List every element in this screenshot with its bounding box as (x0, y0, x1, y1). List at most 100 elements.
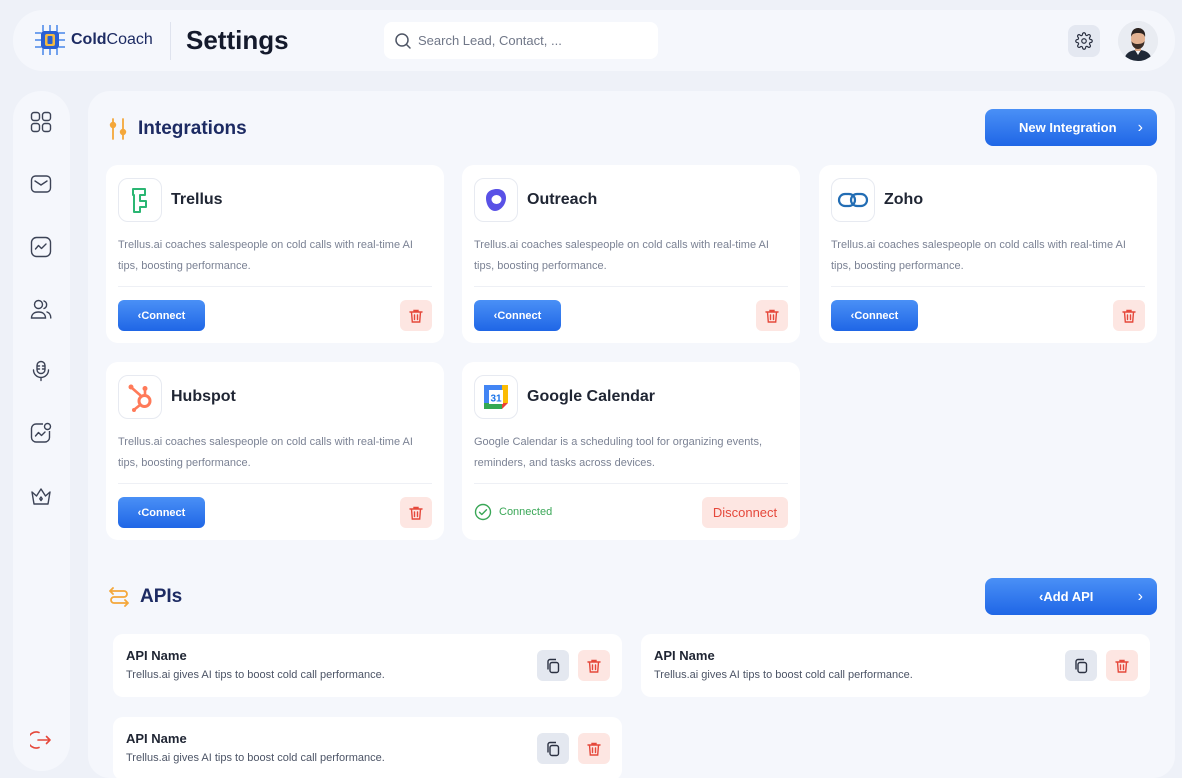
sidebar-item-dashboard[interactable] (29, 110, 53, 134)
add-api-button[interactable]: ‹Add API › (985, 578, 1157, 615)
sidebar-item-mail[interactable] (29, 172, 53, 196)
logout-button[interactable] (29, 728, 53, 752)
api-name: API Name (126, 648, 187, 663)
card-divider (474, 483, 788, 484)
apis-heading: APIs (108, 585, 182, 609)
avatar-image (1118, 21, 1158, 61)
integration-card-outreach: Outreach Trellus.ai coaches salespeople … (462, 165, 800, 343)
api-name: API Name (654, 648, 715, 663)
integration-description: Trellus.ai coaches salespeople on cold c… (474, 239, 769, 272)
integration-name: Trellus (171, 191, 223, 208)
disconnect-button[interactable]: Disconnect (702, 497, 788, 528)
integration-name: Hubspot (171, 388, 236, 405)
crown-icon (31, 488, 51, 505)
connection-status: Connected (474, 503, 552, 521)
trash-icon (409, 506, 423, 520)
grid-icon (30, 111, 52, 133)
logo-text-light: Coach (106, 31, 153, 48)
new-integration-label: New Integration (1019, 120, 1117, 135)
trash-icon (765, 309, 779, 323)
delete-api-button[interactable] (578, 650, 610, 681)
sidebar-item-recordings[interactable] (29, 359, 53, 383)
integration-description: Trellus.ai coaches salespeople on cold c… (118, 436, 413, 469)
trash-icon (587, 742, 601, 756)
card-divider (474, 286, 788, 287)
integration-card-trellus: Trellus Trellus.ai coaches salespeople o… (106, 165, 444, 343)
sidebar-item-activity[interactable] (29, 235, 53, 259)
connect-button[interactable]: ‹Connect (831, 300, 918, 331)
delete-button[interactable] (1113, 300, 1145, 331)
chevron-right-icon: › (1137, 118, 1143, 136)
apis-title: APIs (140, 586, 183, 607)
copy-icon (547, 741, 560, 756)
integration-name: Google Calendar (527, 388, 656, 405)
logo-text-bold: Cold (71, 31, 107, 48)
user-avatar[interactable] (1118, 21, 1158, 61)
delete-button[interactable] (756, 300, 788, 331)
sidebar-item-contacts[interactable] (29, 297, 53, 321)
chip-logo-icon (35, 25, 65, 55)
chevron-right-icon: › (1137, 587, 1143, 605)
hubspot-logo-icon (118, 375, 162, 419)
add-api-label: ‹Add API (1039, 589, 1094, 604)
api-card: API Name Trellus.ai gives AI tips to boo… (641, 634, 1150, 697)
card-divider (831, 286, 1145, 287)
calendar-day-number: 31 (490, 394, 502, 405)
delete-api-button[interactable] (578, 733, 610, 764)
microphone-icon (32, 360, 50, 382)
integration-name: Outreach (527, 191, 598, 208)
sidebar (13, 91, 70, 771)
copy-api-button[interactable] (537, 733, 569, 764)
trash-icon (587, 659, 601, 673)
activity-icon (30, 236, 52, 258)
copy-icon (1075, 658, 1088, 673)
api-description: Trellus.ai gives AI tips to boost cold c… (126, 752, 385, 764)
search-box[interactable] (384, 22, 658, 59)
connect-button[interactable]: ‹Connect (118, 300, 205, 331)
sidebar-item-premium[interactable] (29, 484, 53, 508)
app-logo[interactable]: ColdCoach (33, 23, 153, 57)
copy-api-button[interactable] (1065, 650, 1097, 681)
integration-name: Zoho (884, 191, 924, 208)
integration-description: Trellus.ai coaches salespeople on cold c… (118, 239, 413, 272)
settings-button[interactable] (1068, 25, 1100, 57)
connect-button[interactable]: ‹Connect (118, 497, 205, 528)
api-card: API Name Trellus.ai gives AI tips to boo… (113, 717, 622, 778)
google-calendar-logo-icon: 31 (474, 375, 518, 419)
card-divider (118, 483, 432, 484)
main-panel: Integrations New Integration › Trellus T… (88, 91, 1175, 778)
logout-icon (30, 731, 51, 749)
trash-icon (1122, 309, 1136, 323)
copy-icon (547, 658, 560, 673)
integration-description: Google Calendar is a scheduling tool for… (474, 436, 763, 469)
page-title: Settings (186, 25, 289, 55)
integration-description: Trellus.ai coaches salespeople on cold c… (831, 239, 1126, 272)
api-card: API Name Trellus.ai gives AI tips to boo… (113, 634, 622, 697)
analytics-icon (30, 422, 52, 443)
integrations-heading: Integrations (108, 117, 247, 141)
mail-icon (30, 175, 52, 193)
connect-button[interactable]: ‹Connect (474, 300, 561, 331)
integration-card-hubspot: Hubspot Trellus.ai coaches salespeople o… (106, 362, 444, 540)
sliders-icon (109, 118, 127, 140)
delete-button[interactable] (400, 300, 432, 331)
integration-card-google-calendar: 31 Google Calendar Google Calendar is a … (462, 362, 800, 540)
copy-api-button[interactable] (537, 650, 569, 681)
search-input[interactable] (418, 33, 648, 48)
check-circle-icon (474, 503, 492, 521)
api-description: Trellus.ai gives AI tips to boost cold c… (654, 669, 913, 681)
trash-icon (1115, 659, 1129, 673)
new-integration-button[interactable]: New Integration › (985, 109, 1157, 146)
delete-button[interactable] (400, 497, 432, 528)
users-icon (30, 299, 52, 319)
sidebar-item-analytics[interactable] (29, 421, 53, 445)
trash-icon (409, 309, 423, 323)
status-text: Connected (499, 506, 553, 518)
api-description: Trellus.ai gives AI tips to boost cold c… (126, 669, 385, 681)
integration-card-zoho: Zoho Trellus.ai coaches salespeople on c… (819, 165, 1157, 343)
integrations-title: Integrations (138, 118, 247, 139)
header-divider (170, 22, 171, 60)
delete-api-button[interactable] (1106, 650, 1138, 681)
route-icon (109, 587, 129, 607)
gear-icon (1075, 32, 1093, 50)
